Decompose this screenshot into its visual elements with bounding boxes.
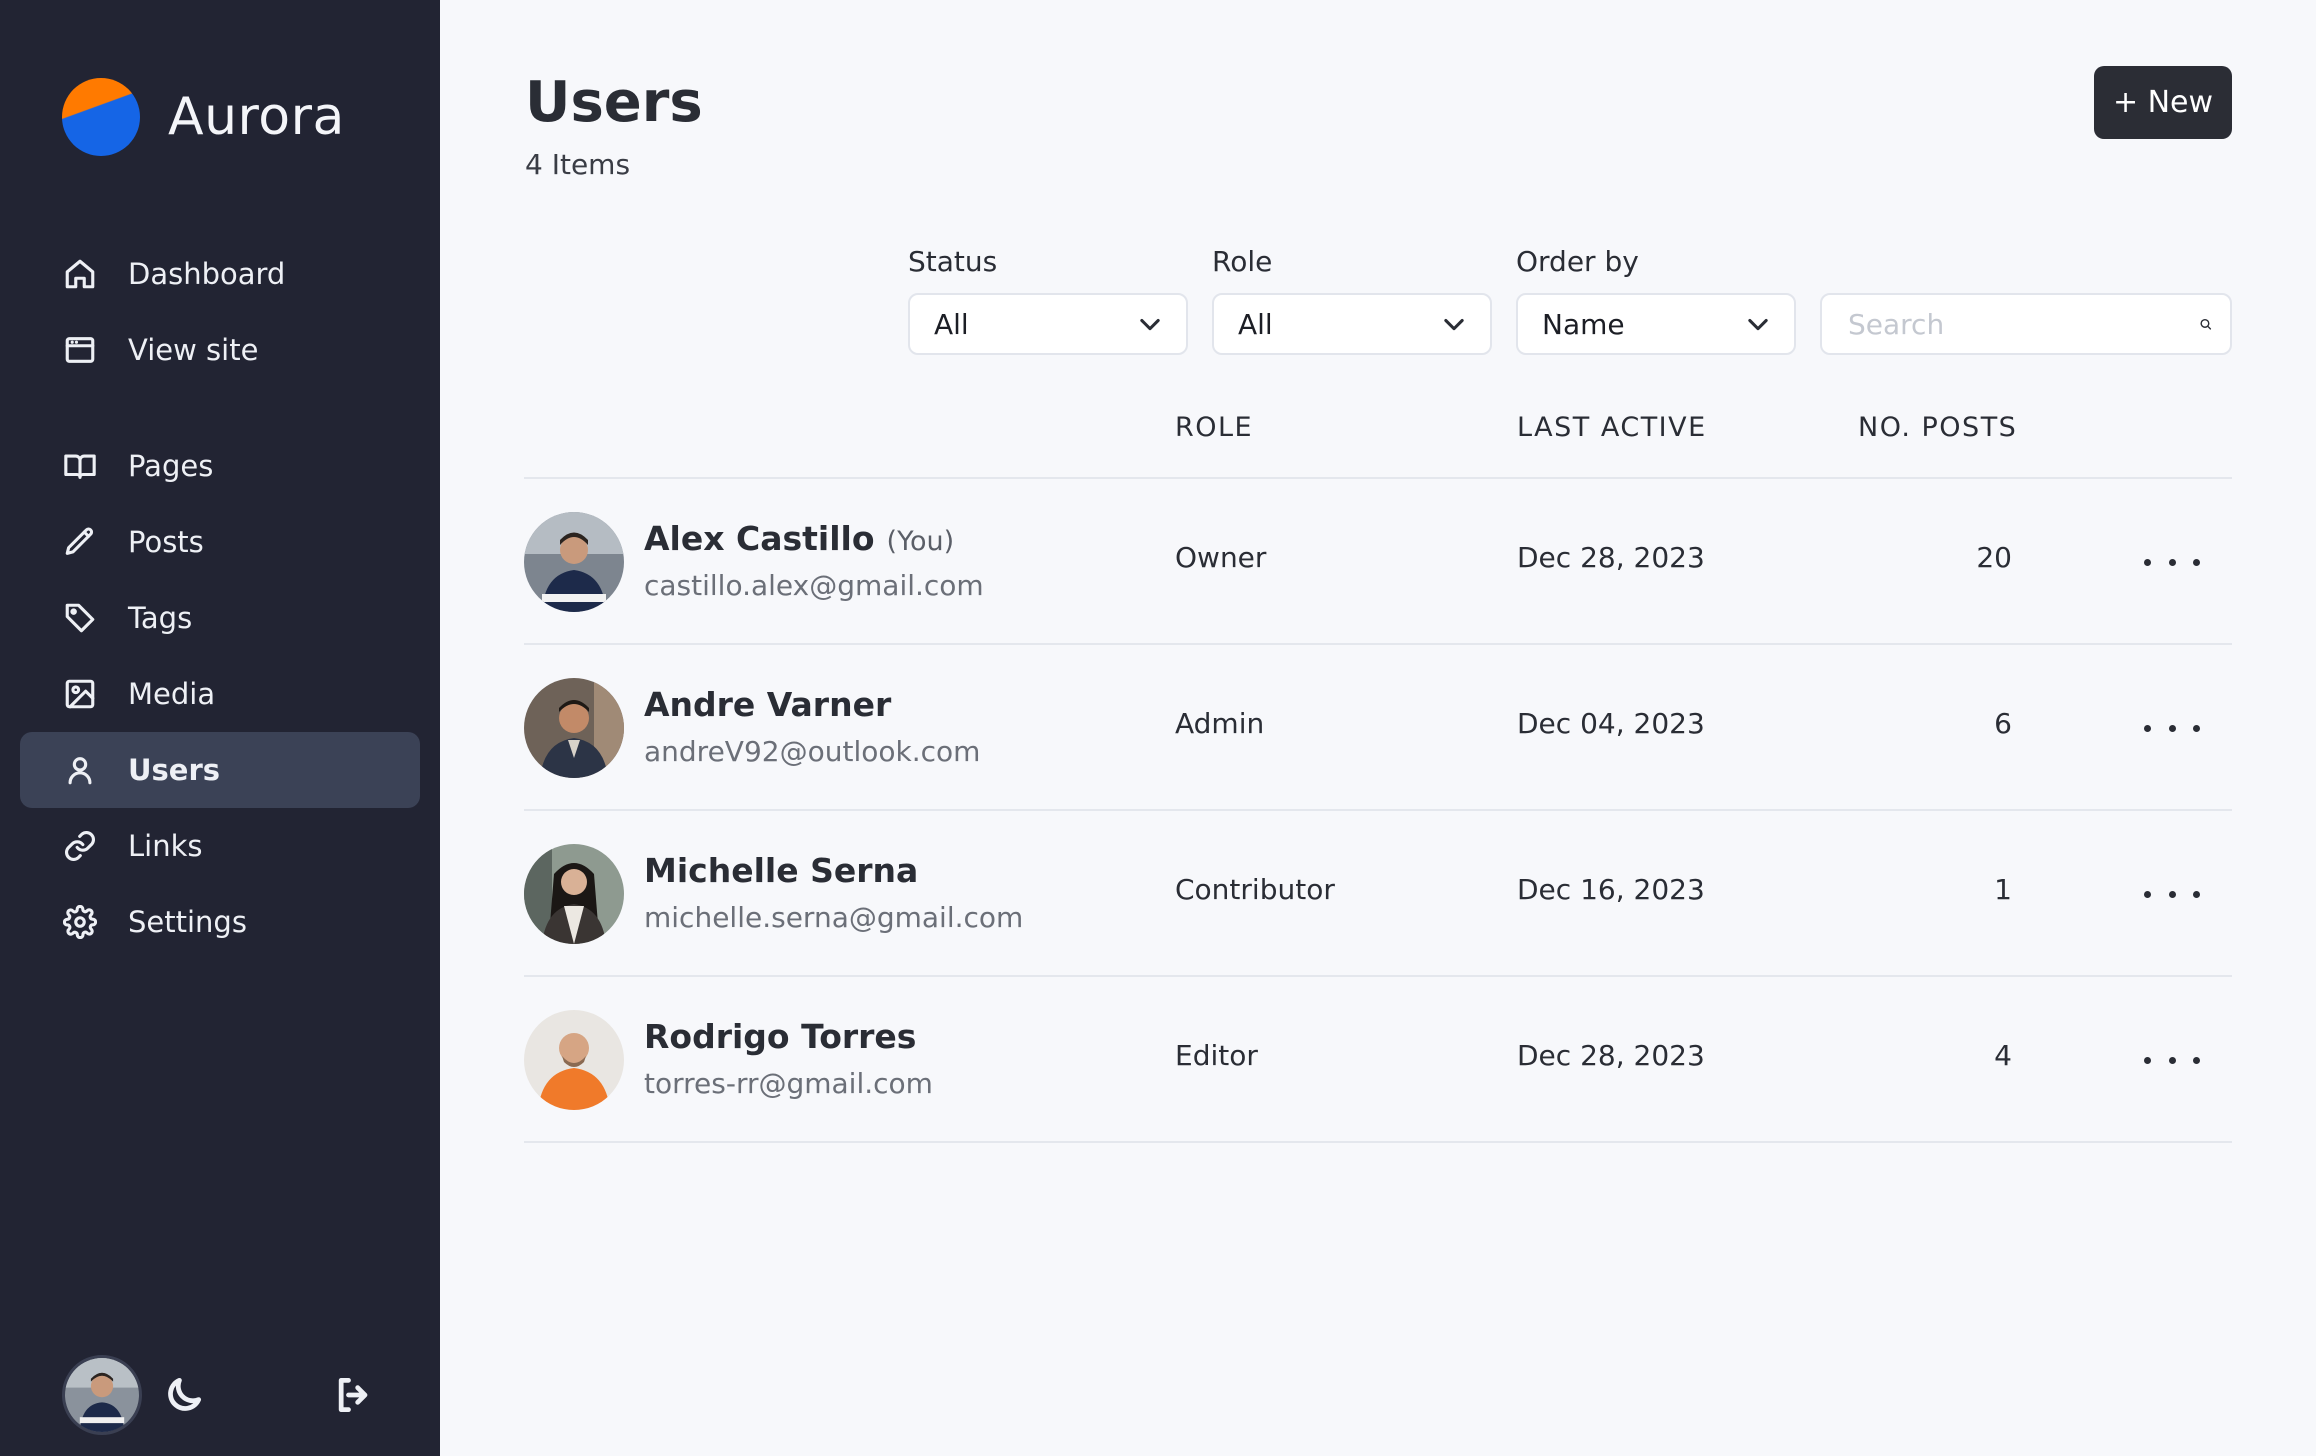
you-tag: (You) bbox=[886, 526, 955, 557]
user-email: michelle.serna@gmail.com bbox=[644, 901, 1024, 934]
status-filter: Status All bbox=[908, 245, 1188, 355]
sidebar-item-label: Dashboard bbox=[128, 257, 286, 291]
user-posts-count: 4 bbox=[1994, 1039, 2012, 1072]
sidebar-item-settings[interactable]: Settings bbox=[20, 884, 420, 960]
image-icon bbox=[62, 676, 98, 712]
user-last-active: Dec 28, 2023 bbox=[1517, 1039, 1705, 1072]
brand-name: Aurora bbox=[168, 87, 345, 147]
page-title: Users bbox=[525, 70, 703, 135]
chevron-down-icon bbox=[1140, 318, 1160, 331]
sidebar-item-label: Links bbox=[128, 829, 203, 863]
user-role: Owner bbox=[1175, 541, 1267, 574]
sidebar-item-label: Posts bbox=[128, 525, 204, 559]
user-name-text: Michelle Serna bbox=[644, 851, 919, 890]
user-posts-count: 1 bbox=[1994, 873, 2012, 906]
sidebar-footer bbox=[62, 1355, 382, 1437]
sidebar-item-view-site[interactable]: View site bbox=[20, 312, 420, 388]
user-name-text: Andre Varner bbox=[644, 685, 892, 724]
table-row[interactable]: Andre Varner andreV92@outlook.com Admin … bbox=[524, 645, 2232, 811]
more-options-icon[interactable] bbox=[2144, 881, 2200, 907]
chevron-down-icon bbox=[1444, 318, 1464, 331]
moon-icon[interactable] bbox=[162, 1373, 206, 1417]
user-name-text: Alex Castillo bbox=[644, 519, 875, 558]
status-select-value: All bbox=[934, 307, 969, 341]
role-filter: Role All bbox=[1212, 245, 1492, 355]
sidebar-item-label: Media bbox=[128, 677, 216, 711]
sidebar-item-label: Settings bbox=[128, 905, 247, 939]
logout-icon[interactable] bbox=[332, 1373, 376, 1417]
brand[interactable]: Aurora bbox=[62, 78, 345, 156]
search-input[interactable] bbox=[1846, 306, 2199, 342]
table-row[interactable]: Michelle Serna michelle.serna@gmail.com … bbox=[524, 811, 2232, 977]
pencil-icon bbox=[62, 524, 98, 560]
user-name[interactable]: Michelle Serna bbox=[644, 851, 930, 890]
sidebar-item-tags[interactable]: Tags bbox=[20, 580, 420, 656]
user-name[interactable]: Rodrigo Torres bbox=[644, 1017, 928, 1056]
nav-divider bbox=[20, 388, 420, 428]
user-posts-count: 6 bbox=[1994, 707, 2012, 740]
sidebar-nav: Dashboard View site Pages Posts Tags Med… bbox=[20, 236, 420, 960]
sidebar-item-label: Pages bbox=[128, 449, 214, 483]
user-name[interactable]: Alex Castillo (You) bbox=[644, 519, 954, 558]
role-filter-label: Role bbox=[1212, 245, 1273, 278]
sidebar-item-users[interactable]: Users bbox=[20, 732, 420, 808]
user-last-active: Dec 16, 2023 bbox=[1517, 873, 1705, 906]
aurora-logo bbox=[62, 78, 140, 156]
avatar bbox=[524, 512, 624, 612]
status-select[interactable]: All bbox=[908, 293, 1188, 355]
user-name-text: Rodrigo Torres bbox=[644, 1017, 917, 1056]
sidebar-item-label: Users bbox=[128, 753, 221, 787]
sidebar-item-label: Tags bbox=[128, 601, 193, 635]
role-select[interactable]: All bbox=[1212, 293, 1492, 355]
order-by-select[interactable]: Name bbox=[1516, 293, 1796, 355]
avatar bbox=[524, 1010, 624, 1110]
user-icon bbox=[62, 752, 98, 788]
browser-window-icon bbox=[62, 332, 98, 368]
user-role: Admin bbox=[1175, 707, 1265, 740]
new-user-button[interactable]: + New bbox=[2094, 66, 2232, 139]
user-email: andreV92@outlook.com bbox=[644, 735, 981, 768]
tag-icon bbox=[62, 600, 98, 636]
more-options-icon[interactable] bbox=[2144, 1047, 2200, 1073]
order-by-select-value: Name bbox=[1542, 307, 1625, 341]
table-row[interactable]: Alex Castillo (You) castillo.alex@gmail.c… bbox=[524, 479, 2232, 645]
link-icon bbox=[62, 828, 98, 864]
user-name[interactable]: Andre Varner bbox=[644, 685, 903, 724]
book-open-icon bbox=[62, 448, 98, 484]
order-by-filter: Order by Name bbox=[1516, 245, 1796, 355]
table-row[interactable]: Rodrigo Torres torres-rr@gmail.com Edito… bbox=[524, 977, 2232, 1143]
order-by-filter-label: Order by bbox=[1516, 245, 1639, 278]
item-count: 4 Items bbox=[525, 148, 631, 181]
sidebar-item-media[interactable]: Media bbox=[20, 656, 420, 732]
avatar bbox=[524, 678, 624, 778]
chevron-down-icon bbox=[1748, 318, 1768, 331]
user-last-active: Dec 04, 2023 bbox=[1517, 707, 1705, 740]
sidebar-item-label: View site bbox=[128, 333, 259, 367]
column-header-role[interactable]: ROLE bbox=[1175, 412, 1253, 443]
more-options-icon[interactable] bbox=[2144, 715, 2200, 741]
status-filter-label: Status bbox=[908, 245, 998, 278]
sidebar-item-posts[interactable]: Posts bbox=[20, 504, 420, 580]
user-email: castillo.alex@gmail.com bbox=[644, 569, 984, 602]
user-last-active: Dec 28, 2023 bbox=[1517, 541, 1705, 574]
current-user-avatar[interactable] bbox=[62, 1355, 142, 1435]
search-box bbox=[1820, 293, 2232, 355]
home-icon bbox=[62, 256, 98, 292]
sidebar-item-pages[interactable]: Pages bbox=[20, 428, 420, 504]
column-header-posts[interactable]: NO. POSTS bbox=[1858, 412, 2017, 443]
sidebar-item-dashboard[interactable]: Dashboard bbox=[20, 236, 420, 312]
sidebar: Aurora Dashboard View site Pages Posts T… bbox=[0, 0, 440, 1456]
role-select-value: All bbox=[1238, 307, 1273, 341]
avatar bbox=[524, 844, 624, 944]
user-posts-count: 20 bbox=[1976, 541, 2012, 574]
sidebar-item-links[interactable]: Links bbox=[20, 808, 420, 884]
user-role: Contributor bbox=[1175, 873, 1335, 906]
user-role: Editor bbox=[1175, 1039, 1258, 1072]
gear-icon bbox=[62, 904, 98, 940]
more-options-icon[interactable] bbox=[2144, 549, 2200, 575]
column-header-last-active[interactable]: LAST ACTIVE bbox=[1517, 412, 1707, 443]
search-icon[interactable] bbox=[2199, 307, 2212, 341]
user-email: torres-rr@gmail.com bbox=[644, 1067, 933, 1100]
